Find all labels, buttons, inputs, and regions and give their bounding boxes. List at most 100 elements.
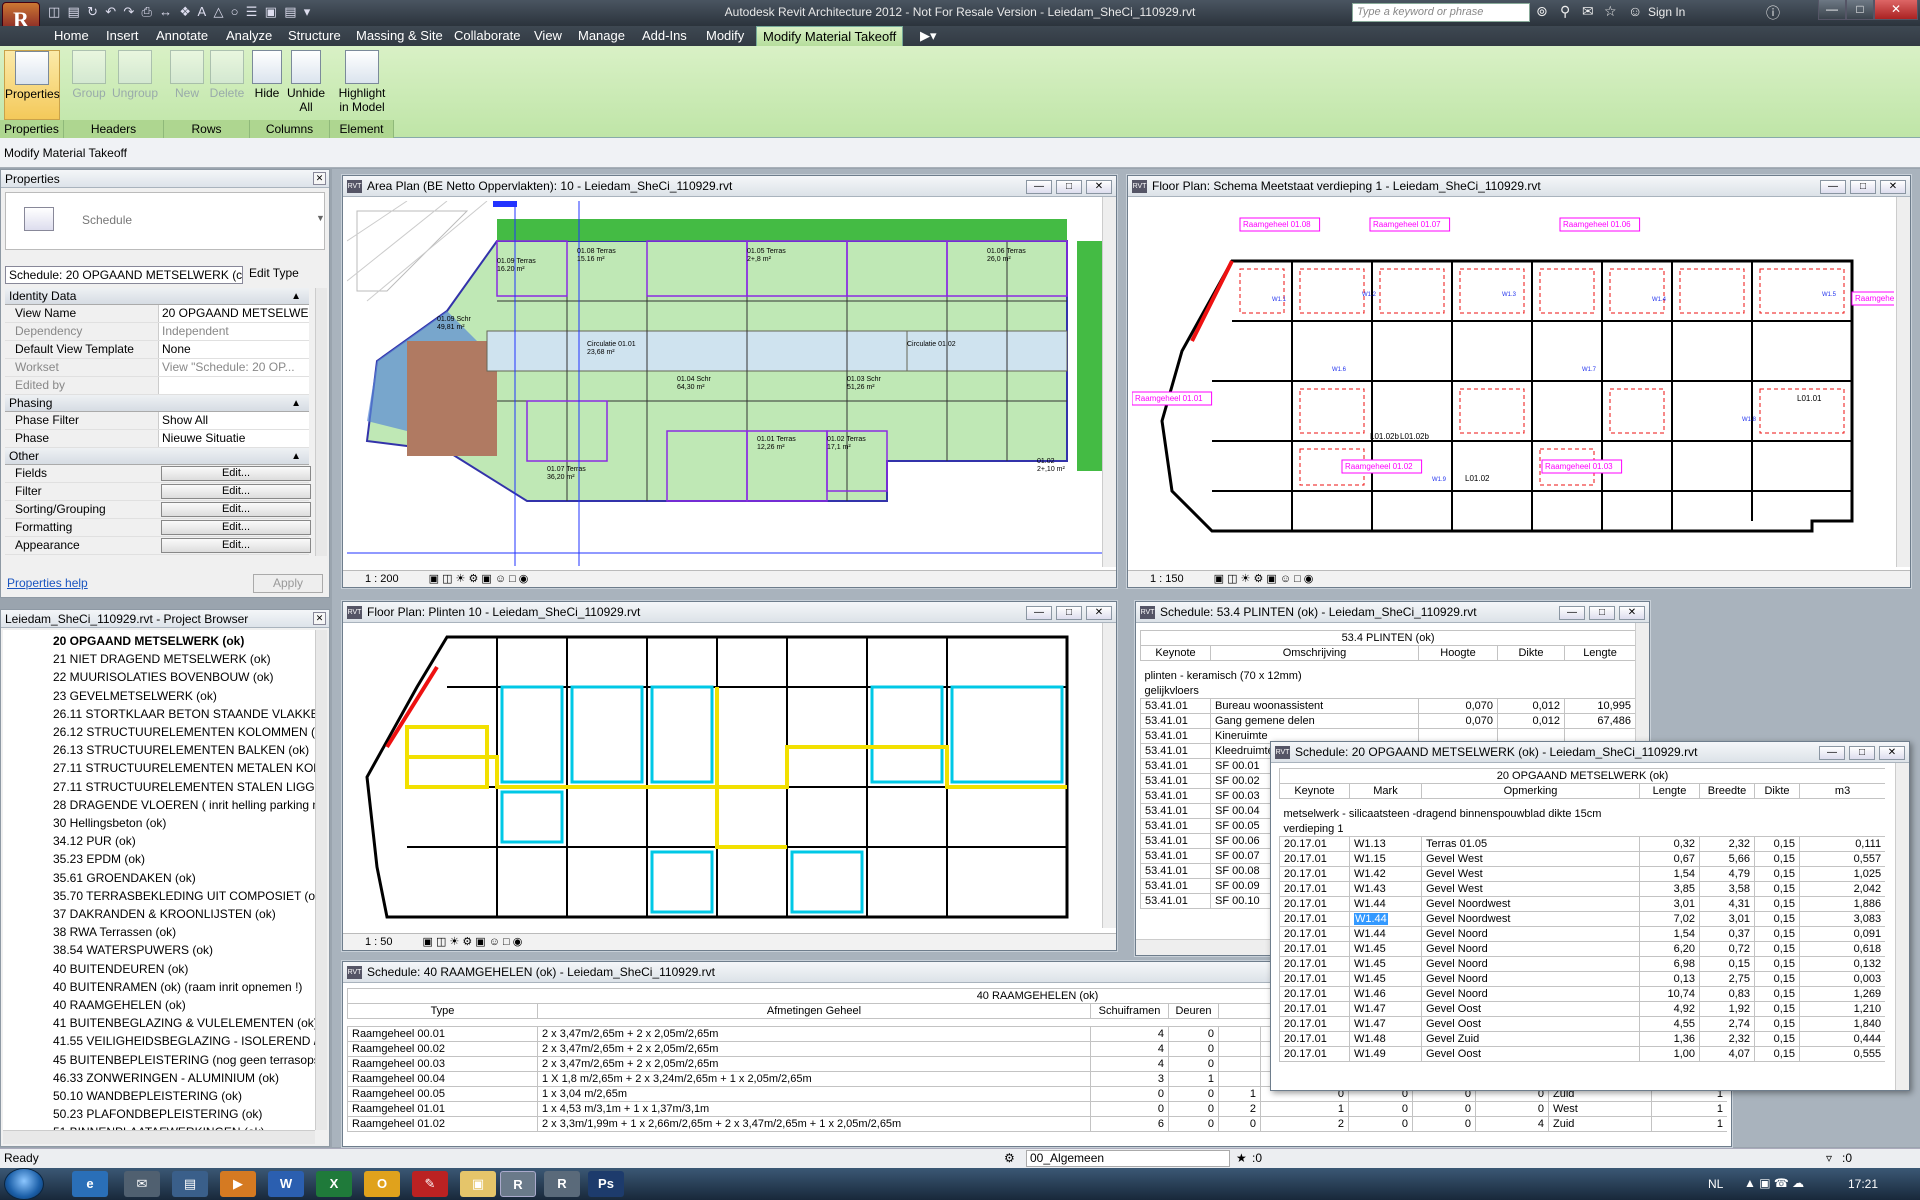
subscription-icon[interactable]: ⚲ [1560, 3, 1570, 20]
table-row[interactable]: 20.17.01 W1.49 Gevel Oost 1,00 4,07 0,15 0,555 [1279, 1046, 1885, 1062]
table-cell[interactable]: 0 [1475, 1101, 1549, 1117]
table-cell[interactable]: Raamgeheel 01.02 [347, 1116, 538, 1132]
table-cell[interactable]: Bureau woonassistent [1210, 698, 1419, 714]
table-cell[interactable]: W1.13 [1349, 836, 1422, 852]
table-cell[interactable]: 0,15 [1754, 866, 1800, 882]
table-cell[interactable] [1218, 1071, 1261, 1087]
window-tag[interactable]: Raamgeheel 01.08 [1243, 220, 1311, 229]
tab-collaborate[interactable]: Collaborate [448, 26, 527, 46]
table-row[interactable]: Raamgeheel 01.02 2 x 3,3m/1,99m + 1 x 2,6… [347, 1116, 1727, 1132]
browser-item[interactable]: 34.12 PUR (ok) [53, 832, 136, 850]
table-row[interactable]: 20.17.01 W1.47 Gevel Oost 4,92 1,92 0,15 1,210 [1279, 1001, 1885, 1017]
table-cell[interactable]: 53.41.01 [1140, 698, 1211, 714]
internet-explorer-icon[interactable]: e [72, 1171, 108, 1197]
prop-value-input[interactable]: Show All [158, 412, 309, 429]
properties-button[interactable]: Properties [4, 50, 60, 120]
table-cell[interactable]: Zuid [1548, 1116, 1652, 1132]
table-cell[interactable]: 0,15 [1754, 1001, 1800, 1017]
close-view-button[interactable]: ✕ [1880, 180, 1906, 194]
table-cell[interactable]: W1.49 [1349, 1046, 1422, 1062]
browser-item[interactable]: 50.23 PLAFONDBEPLEISTERING (ok) [53, 1105, 262, 1123]
table-cell[interactable]: 0,012 [1497, 713, 1565, 729]
table-cell[interactable]: 0 [1168, 1116, 1219, 1132]
close-icon[interactable]: ✕ [313, 612, 326, 625]
editable-only-icon[interactable]: ★ [1236, 1149, 1247, 1168]
table-cell[interactable]: 0,83 [1699, 986, 1755, 1002]
maximize-view-button[interactable]: □ [1056, 606, 1082, 620]
table-cell[interactable]: Raamgeheel 00.04 [347, 1071, 538, 1087]
table-cell[interactable]: W1.47 [1349, 1016, 1422, 1032]
unhide-all-button[interactable]: Unhide All [286, 50, 326, 120]
table-cell[interactable]: Raamgeheel 01.01 [347, 1101, 538, 1117]
table-cell[interactable]: W1.45 [1349, 956, 1422, 972]
ungroup-button[interactable]: Ungroup [110, 50, 160, 120]
table-cell[interactable]: 20.17.01 [1279, 1016, 1350, 1032]
table-cell[interactable]: 0,15 [1754, 896, 1800, 912]
table-cell[interactable]: 2,75 [1699, 971, 1755, 987]
table-cell[interactable]: W1.43 [1349, 881, 1422, 897]
table-cell[interactable]: 53.41.01 [1140, 878, 1211, 894]
table-cell[interactable]: 0,13 [1639, 971, 1700, 987]
table-cell[interactable]: 2 x 3,47m/2,65m + 2 x 2,05m/2,65m [537, 1026, 1091, 1042]
browser-item[interactable]: 37 DAKRANDEN & KROONLIJSTEN (ok) [53, 905, 276, 923]
mail-icon[interactable]: ✉ [124, 1171, 160, 1197]
table-cell[interactable]: 1,210 [1798, 1001, 1885, 1017]
prop-value-input[interactable]: Nieuwe Situatie [158, 430, 309, 447]
browser-item[interactable]: 27.11 STRUCTUURELEMENTEN STALEN LIGGERS … [53, 778, 315, 796]
photoshop-icon[interactable]: Ps [588, 1171, 624, 1197]
browser-item[interactable]: 26.13 STRUCTUURELEMENTEN BALKEN (ok) [53, 741, 309, 759]
table-row[interactable]: 20.17.01 W1.47 Gevel Oost 4,55 2,74 0,15 1,840 [1279, 1016, 1885, 1032]
table-cell[interactable]: W1.44 [1349, 911, 1422, 927]
table-cell[interactable]: Terras 01.05 [1421, 836, 1640, 852]
sign-in-link[interactable]: Sign In [1648, 5, 1685, 19]
browser-item[interactable]: 40 BUITENRAMEN (ok) (raam inrit opnemen … [53, 978, 302, 996]
table-cell[interactable]: W1.42 [1349, 866, 1422, 882]
table-cell[interactable]: 53.41.01 [1140, 848, 1211, 864]
table-cell[interactable]: 20.17.01 [1279, 971, 1350, 987]
view-control-bar[interactable]: ▣ ◫ ☀ ⚙ ▣ ☺ □ ◉ [423, 936, 523, 948]
browser-item[interactable]: 26.12 STRUCTUURELEMENTEN KOLOMMEN (ok) [53, 723, 315, 741]
maximize-view-button[interactable]: □ [1849, 746, 1875, 760]
table-cell[interactable]: Gevel Noordwest [1421, 911, 1640, 927]
browser-item[interactable]: 45 BUITENBEPLEISTERING (nog geen terraso… [53, 1051, 315, 1069]
table-cell[interactable]: 0,15 [1754, 956, 1800, 972]
tab-insert[interactable]: Insert [100, 26, 145, 46]
close-icon[interactable]: ✕ [313, 172, 326, 185]
table-cell[interactable]: 4 [1090, 1056, 1169, 1072]
table-cell[interactable]: Gevel Noord [1421, 971, 1640, 987]
browser-item[interactable]: 30 Hellingsbeton (ok) [53, 814, 166, 832]
minimize-view-button[interactable]: — [1819, 746, 1845, 760]
table-cell[interactable]: 53.41.01 [1140, 728, 1211, 744]
table-cell[interactable]: W1.44 [1349, 926, 1422, 942]
table-row[interactable]: 20.17.01 W1.45 Gevel Noord 6,98 0,15 0,15 0,13… [1279, 956, 1885, 972]
table-row[interactable]: 20.17.01 W1.44 Gevel Noord 1,54 0,37 0,15 0,09… [1279, 926, 1885, 942]
favorites-icon[interactable]: ☆ [1604, 3, 1617, 20]
table-cell[interactable]: 0,15 [1754, 971, 1800, 987]
window-tag[interactable]: L01.02b [1370, 432, 1399, 441]
close-view-button[interactable]: ✕ [1879, 746, 1905, 760]
table-cell[interactable]: 1 x 3,04 m/2,65m [537, 1086, 1091, 1102]
window-tag[interactable]: Raamgeheel 01.05 [1855, 294, 1894, 303]
browser-item[interactable]: 35.61 GROENDAKEN (ok) [53, 869, 196, 887]
table-cell[interactable]: 4,79 [1699, 866, 1755, 882]
prop-value-input[interactable]: None [158, 341, 309, 358]
table-cell[interactable]: 0 [1168, 1086, 1219, 1102]
maximize-view-button[interactable]: □ [1056, 180, 1082, 194]
column-header[interactable]: Omschrijving [1210, 645, 1419, 661]
table-cell[interactable]: 0 [1168, 1056, 1219, 1072]
scrollbar[interactable] [315, 288, 327, 556]
table-cell[interactable]: 20.17.01 [1279, 851, 1350, 867]
table-cell[interactable]: 5,66 [1699, 851, 1755, 867]
instance-selector[interactable]: Schedule: 20 OPGAAND METSELWERK (c [5, 266, 243, 284]
table-cell[interactable]: Gevel Noord [1421, 986, 1640, 1002]
table-cell[interactable]: 0,32 [1639, 836, 1700, 852]
apply-button[interactable]: Apply [253, 574, 323, 593]
user-icon[interactable]: ☺ [1628, 3, 1642, 19]
table-cell[interactable]: W1.44 [1349, 896, 1422, 912]
table-cell[interactable]: 0,15 [1754, 941, 1800, 957]
table-cell[interactable]: 1,269 [1798, 986, 1885, 1002]
table-cell[interactable]: 0,15 [1754, 986, 1800, 1002]
edit-filter-button[interactable]: Edit... [161, 484, 311, 499]
edit-formatting-button[interactable]: Edit... [161, 520, 311, 535]
view-scale[interactable]: 1 : 200 [365, 573, 399, 585]
